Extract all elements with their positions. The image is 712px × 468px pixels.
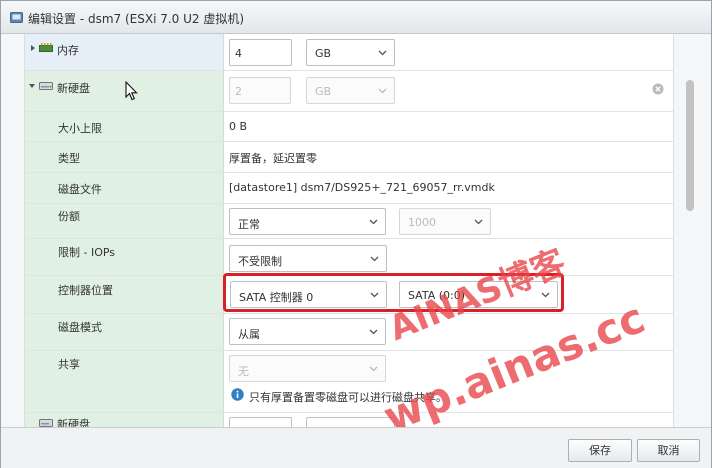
memory-label-cell: 内存 (25, 34, 224, 70)
max-size-value: 0 B (229, 120, 248, 133)
vm-settings-icon (10, 12, 23, 23)
settings-body: 内存 4 GB 新硬盘 2 GB 大小上限 0 B 类型 厚置备，延迟置零 磁盘… (1, 34, 711, 427)
collapse-icon[interactable] (29, 84, 35, 88)
limit-iops-value: 不受限制 (238, 255, 282, 268)
type-label-cell: 类型 (25, 142, 224, 172)
limit-iops-select[interactable]: 不受限制 (229, 245, 387, 272)
shares-label-cell: 份额 (25, 204, 224, 238)
sharing-label-cell: 共享 (25, 351, 224, 412)
limit-iops-label: 限制 - IOPs (58, 246, 116, 259)
disk-file-label: 磁盘文件 (58, 183, 102, 196)
disk-size-unit-select[interactable]: GB (306, 77, 395, 104)
hard-disk-icon (39, 82, 53, 90)
shares-row: 份额 正常 1000 (25, 204, 673, 239)
cancel-button[interactable]: 取消 (637, 439, 700, 462)
shares-number-value: 1000 (408, 216, 436, 229)
chevron-down-icon (378, 88, 387, 94)
type-label: 类型 (58, 152, 80, 165)
new-disk-row[interactable]: 新硬盘 2 GB (25, 71, 673, 112)
hard-disk-icon (39, 419, 53, 427)
sharing-value: 无 (238, 365, 249, 378)
shares-number-select[interactable]: 1000 (399, 208, 491, 235)
edit-settings-dialog: 编辑设置 - dsm7 (ESXi 7.0 U2 虚拟机) 内存 4 GB 新硬… (0, 0, 712, 468)
disk-file-value: [datastore1] dsm7/DS925+_721_69057_rr.vm… (229, 181, 495, 194)
next-disk-size-input[interactable] (229, 417, 292, 427)
disk-mode-select[interactable]: 从属 (229, 318, 386, 345)
dialog-title: 编辑设置 - dsm7 (ESXi 7.0 U2 虚拟机) (28, 12, 245, 26)
scrollbar-thumb[interactable] (686, 80, 694, 211)
vertical-scrollbar[interactable] (683, 34, 697, 427)
sharing-select[interactable]: 无 (229, 355, 386, 382)
disk-size-unit-value: GB (315, 85, 332, 98)
chevron-down-icon (474, 219, 483, 225)
chevron-down-icon (369, 366, 378, 372)
disk-file-row: 磁盘文件 [datastore1] dsm7/DS925+_721_69057_… (25, 173, 673, 204)
chevron-down-icon (370, 256, 379, 262)
expand-icon[interactable] (31, 45, 35, 51)
next-disk-unit-select[interactable] (306, 417, 395, 427)
next-disk-label-cell: 新硬盘 (25, 413, 224, 427)
memory-label: 内存 (57, 44, 79, 57)
sharing-label: 共享 (58, 358, 80, 371)
max-size-row: 大小上限 0 B (25, 112, 673, 142)
disk-mode-label-cell: 磁盘模式 (25, 314, 224, 350)
memory-size-input[interactable]: 4 (229, 39, 292, 66)
controller-location-label: 控制器位置 (58, 284, 113, 297)
shares-select[interactable]: 正常 (229, 208, 386, 235)
save-button[interactable]: 保存 (568, 439, 632, 462)
memory-unit-value: GB (315, 47, 332, 60)
controller-location-label-cell: 控制器位置 (25, 276, 224, 313)
title-bar: 编辑设置 - dsm7 (ESXi 7.0 U2 虚拟机) (1, 1, 711, 34)
new-disk-label: 新硬盘 (57, 82, 90, 95)
shares-label: 份额 (58, 210, 80, 223)
remove-circle-icon[interactable] (652, 83, 664, 95)
next-disk-label: 新硬盘 (57, 418, 90, 427)
limit-iops-row: 限制 - IOPs 不受限制 (25, 239, 673, 276)
chevron-down-icon (378, 50, 387, 56)
memory-chip-icon (39, 43, 53, 52)
disk-file-label-cell: 磁盘文件 (25, 173, 224, 203)
mouse-cursor-icon (125, 81, 138, 101)
type-row: 类型 厚置备，延迟置零 (25, 142, 673, 173)
next-disk-row[interactable]: 新硬盘 (25, 413, 673, 427)
disk-mode-label: 磁盘模式 (58, 321, 102, 334)
disk-mode-value: 从属 (238, 328, 260, 341)
info-icon (231, 388, 244, 401)
max-size-label-cell: 大小上限 (25, 112, 224, 141)
shares-value: 正常 (238, 218, 260, 231)
chevron-down-icon (369, 329, 378, 335)
type-value: 厚置备，延迟置零 (229, 152, 317, 165)
memory-unit-select[interactable]: GB (306, 39, 395, 66)
chevron-down-icon (369, 219, 378, 225)
memory-row[interactable]: 内存 4 GB (25, 34, 673, 71)
disk-size-input[interactable]: 2 (229, 77, 291, 104)
max-size-label: 大小上限 (58, 122, 102, 135)
dialog-footer: 保存 取消 (1, 427, 711, 468)
limit-iops-label-cell: 限制 - IOPs (25, 239, 224, 275)
